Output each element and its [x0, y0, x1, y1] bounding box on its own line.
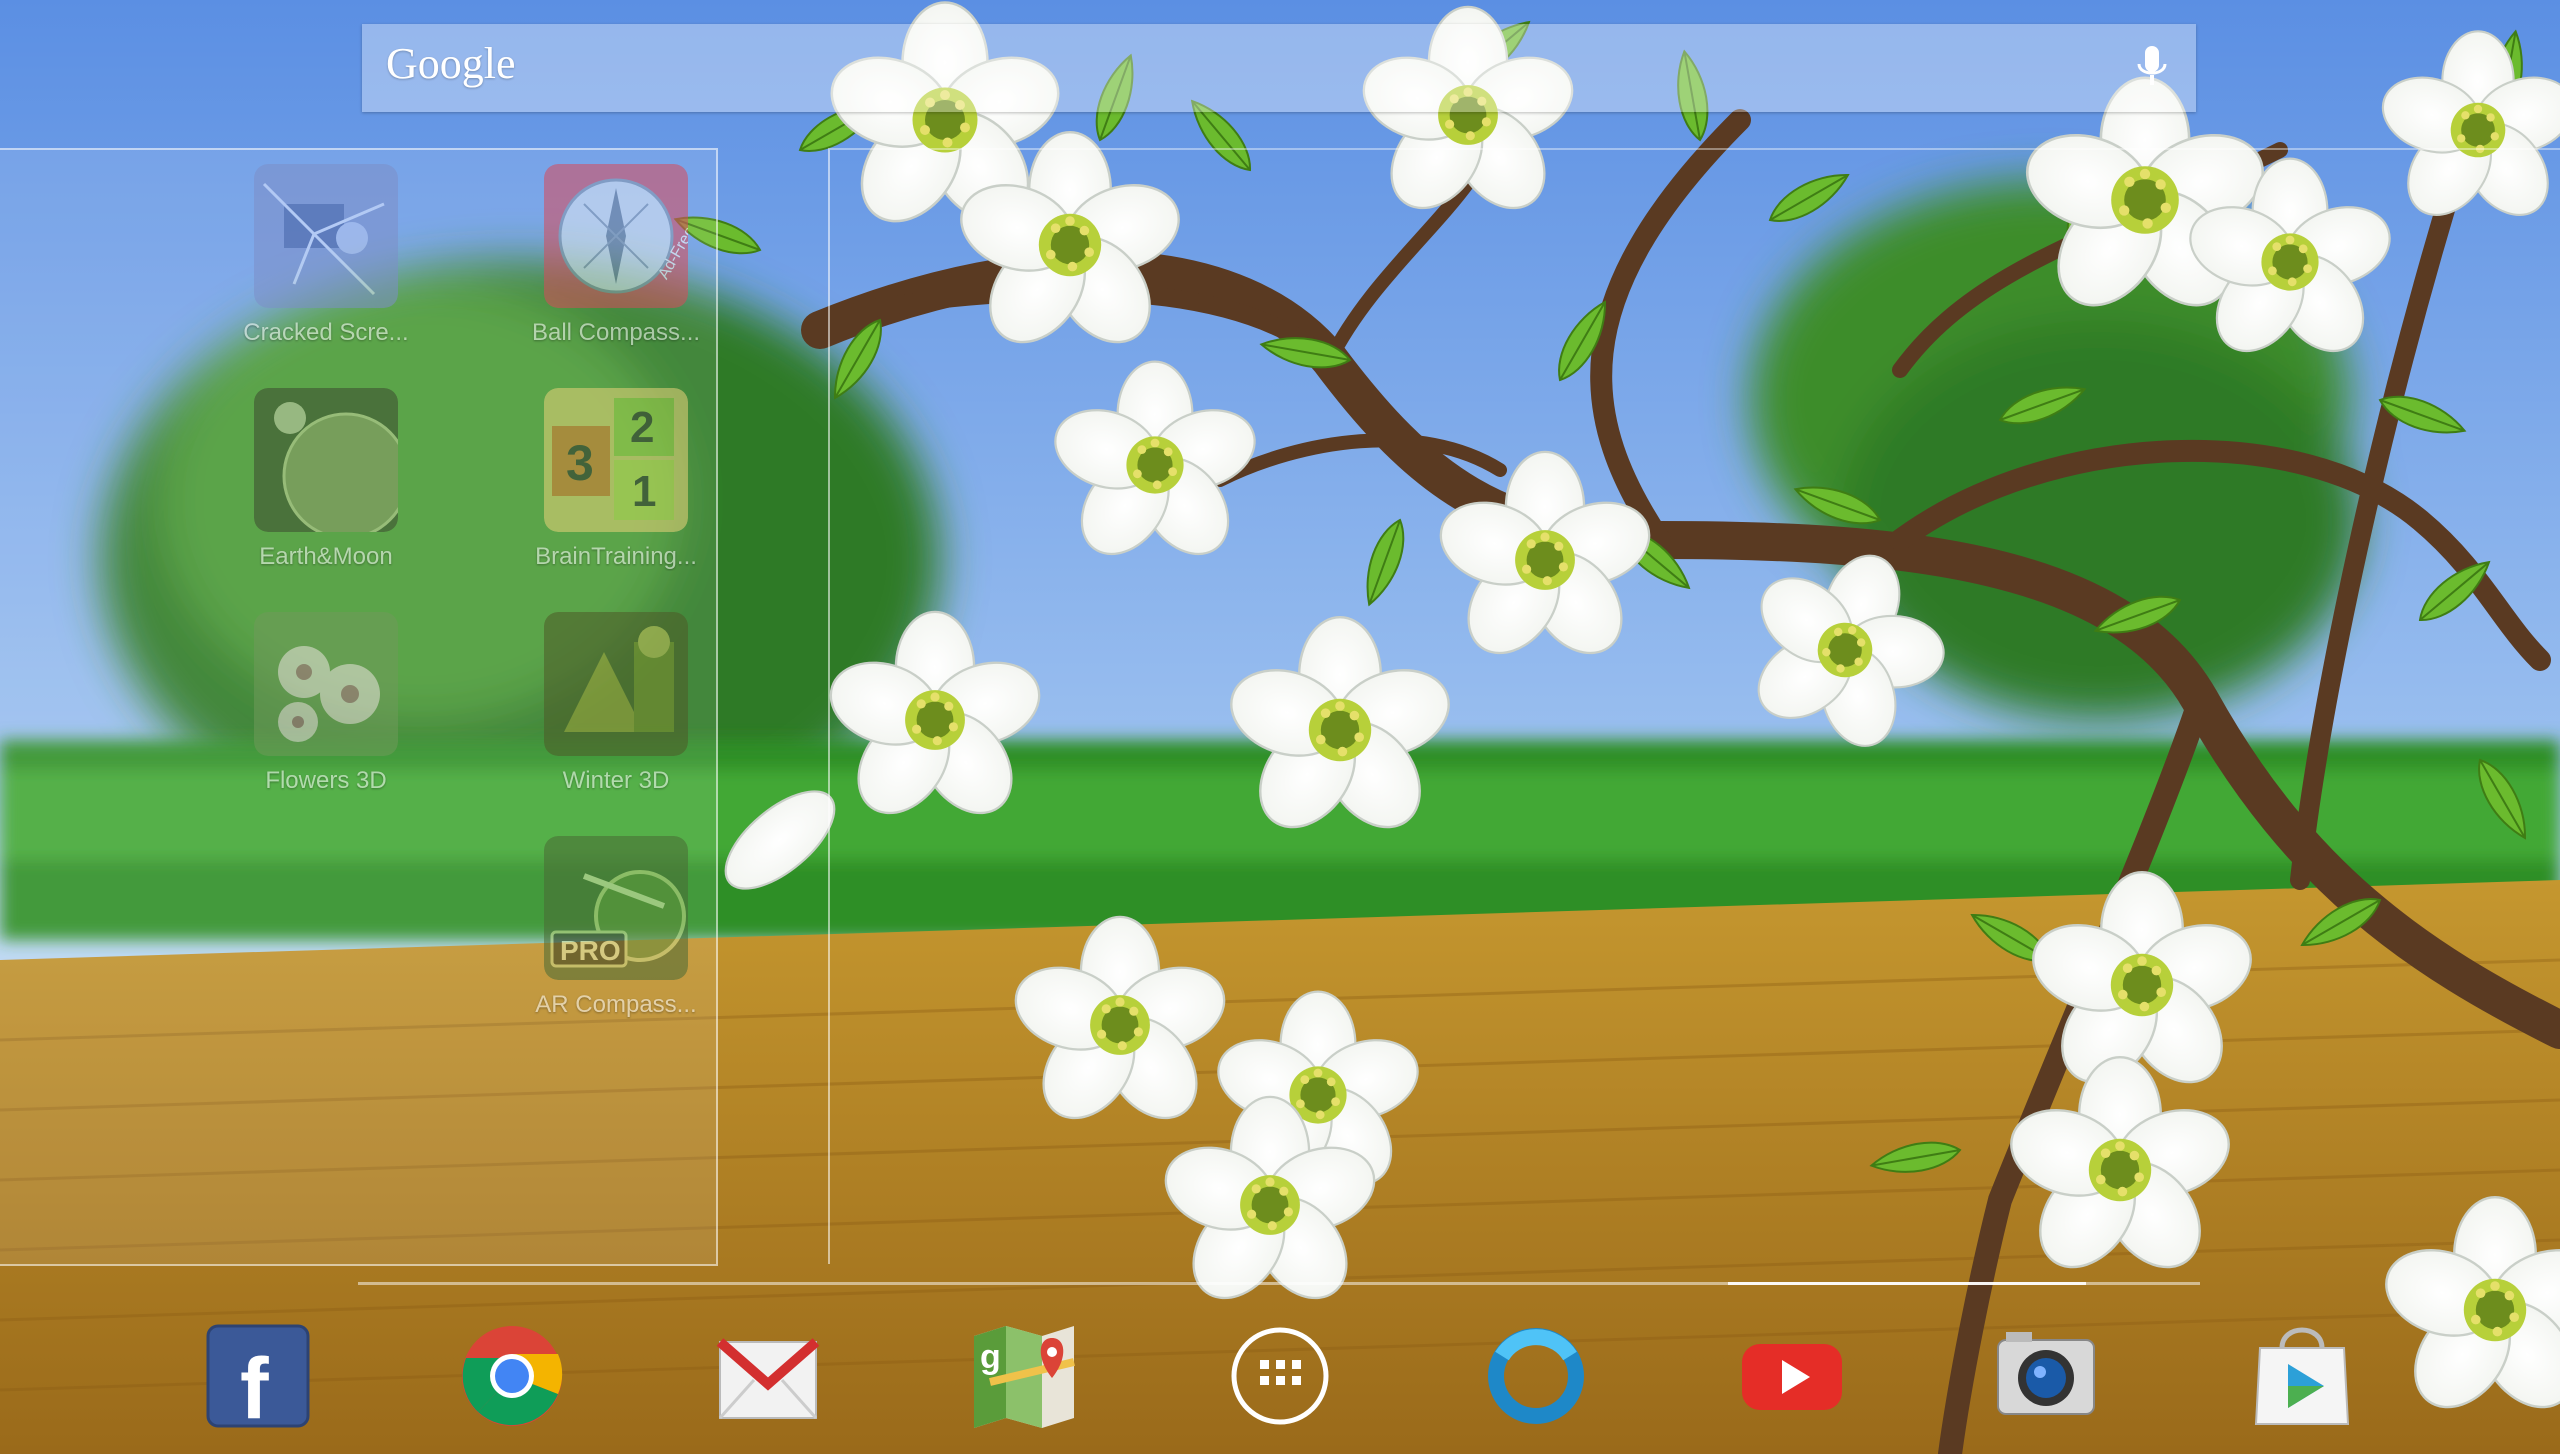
earth-moon-icon: [254, 388, 410, 540]
maps-icon[interactable]: g: [970, 1322, 1078, 1430]
ball-compass-icon: Ad-Free: [544, 164, 699, 308]
app-flowers-3d[interactable]: Flowers 3D: [206, 612, 446, 795]
app-label: Flowers 3D: [265, 767, 387, 794]
winter-3d-icon: [544, 612, 688, 756]
ar-compass-icon: PRO: [544, 836, 688, 980]
dock-divider: [358, 1282, 2200, 1285]
brain-training-icon: 3 2 1: [544, 388, 688, 532]
svg-text:3: 3: [566, 435, 594, 491]
play-store-icon[interactable]: [2248, 1322, 2356, 1430]
page-indicator: [1728, 1282, 2086, 1285]
chrome-icon[interactable]: [458, 1322, 566, 1430]
app-label: AR Compass...: [535, 991, 697, 1018]
app-winter-3d[interactable]: Winter 3D: [496, 612, 736, 795]
dock: f g: [0, 1300, 2560, 1454]
app-label: Cracked Scre...: [243, 319, 409, 346]
app-label: BrainTraining...: [535, 543, 697, 570]
app-label: Earth&Moon: [259, 543, 393, 570]
homescreen-page-outline: [828, 148, 2560, 1264]
app-label: Winter 3D: [562, 767, 670, 794]
app-cracked-screen[interactable]: Cracked Scre...: [206, 164, 446, 347]
gmail-icon[interactable]: [714, 1322, 822, 1430]
app-label: Ball Compass...: [531, 319, 701, 346]
svg-text:1: 1: [632, 467, 656, 516]
svg-text:f: f: [240, 1341, 269, 1430]
google-search-bar[interactable]: Google: [362, 24, 2196, 112]
app-brain-training[interactable]: 3 2 1 BrainTraining...: [496, 388, 736, 571]
svg-text:2: 2: [630, 403, 654, 452]
microphone-icon[interactable]: [2132, 44, 2172, 92]
camera-icon[interactable]: [1992, 1322, 2100, 1430]
app-drawer-icon[interactable]: [1226, 1322, 1334, 1430]
app-ball-compass[interactable]: Ad-Free Ball Compass...: [496, 164, 736, 347]
app-ar-compass[interactable]: PRO AR Compass...: [496, 836, 736, 1019]
svg-text:PRO: PRO: [560, 935, 621, 966]
google-logo: Google: [386, 39, 516, 88]
youtube-icon[interactable]: [1738, 1322, 1846, 1430]
flowers-3d-icon: [254, 612, 398, 756]
ring-app-icon[interactable]: [1482, 1322, 1590, 1430]
app-earth-moon[interactable]: Earth&Moon: [206, 388, 446, 571]
facebook-icon[interactable]: f: [204, 1322, 312, 1430]
cracked-screen-icon: [254, 164, 398, 308]
svg-text:g: g: [980, 1338, 1001, 1376]
